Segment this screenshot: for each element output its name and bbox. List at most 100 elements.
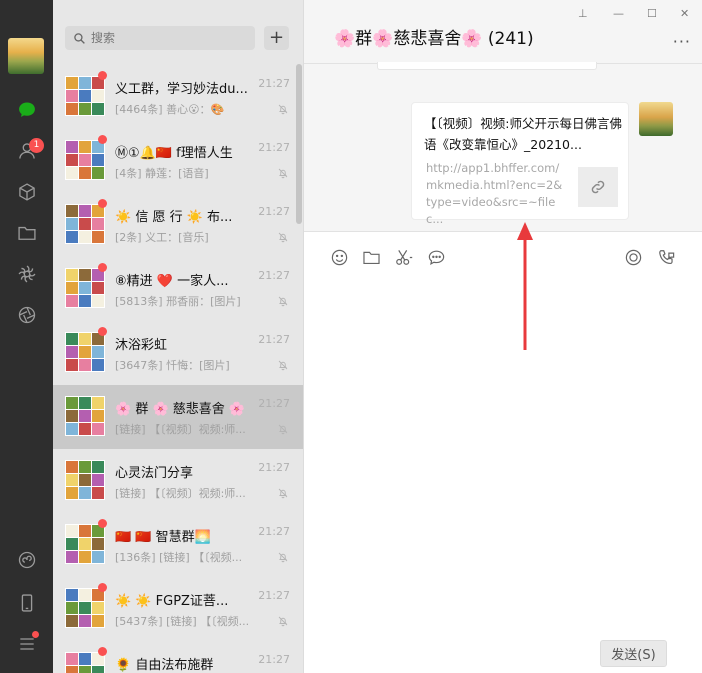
chat-list-item[interactable]: 🇨🇳 🇨🇳 智慧群🌅 21:27 [136条] [链接] 【〔视频... bbox=[53, 513, 303, 577]
group-avatar bbox=[65, 588, 105, 628]
search-icon bbox=[74, 32, 85, 44]
group-avatar bbox=[65, 396, 105, 436]
mute-bell-icon bbox=[278, 104, 288, 115]
chat-item-title: Ⓜ①🔔🇨🇳 f理悟人生 bbox=[115, 146, 233, 161]
group-avatar bbox=[65, 268, 105, 308]
link-message-url: http://app1.bhffer.com/mkmedia.html?enc=… bbox=[426, 161, 563, 226]
chat-item-title: ⑧精进 ❤️ 一家人... bbox=[115, 274, 229, 289]
chat-list-item[interactable]: 沐浴彩虹 21:27 [3647条] 忏悔：[图片] bbox=[53, 321, 303, 385]
chat-list-item[interactable]: ☀️ ☀️ FGPZ证菩... 21:27 [5437条] [链接] 【〔视频... bbox=[53, 577, 303, 641]
message-area[interactable]: 【〔视频〕视频:师父开示每日佛言佛语《改变靠恒心》_20210... http:… bbox=[304, 62, 702, 232]
chat-item-time: 21:27 bbox=[258, 141, 290, 154]
chat-item-preview: [4条] 静莲：[语音] bbox=[115, 167, 209, 180]
chat-item-preview: [2条] 义工：[音乐] bbox=[115, 231, 209, 244]
chat-item-time: 21:27 bbox=[258, 653, 290, 666]
mute-bell-icon bbox=[278, 168, 288, 179]
menu-icon[interactable] bbox=[0, 626, 53, 662]
chat-item-time: 21:27 bbox=[258, 333, 290, 346]
chat-header: 🌸群🌸慈悲喜舍🌸 (241) ⊥ — ☐ ✕ ··· bbox=[304, 0, 702, 64]
phone-icon[interactable] bbox=[0, 585, 53, 621]
chat-item-title: 🌸 群 🌸 慈悲喜舍 🌸 bbox=[115, 402, 246, 417]
chat-list-item[interactable]: Ⓜ①🔔🇨🇳 f理悟人生 21:27 [4条] 静莲：[语音] bbox=[53, 129, 303, 193]
channels-aperture-icon[interactable] bbox=[0, 297, 53, 333]
message-input[interactable] bbox=[320, 278, 690, 598]
contacts-badge: 1 bbox=[29, 138, 44, 153]
link-icon bbox=[578, 167, 618, 207]
contacts-icon[interactable] bbox=[0, 133, 53, 169]
chat-item-preview: [5813条] 邢香丽：[图片] bbox=[115, 295, 241, 308]
link-message-title: 【〔视频〕视频:师父开示每日佛言佛语《改变靠恒心》_20210... bbox=[424, 116, 622, 152]
chat-item-time: 21:27 bbox=[258, 77, 290, 90]
chat-item-title: ☀️ 信 愿 行 ☀️ 布... bbox=[115, 210, 233, 225]
group-avatar bbox=[65, 460, 105, 500]
chat-item-preview: [链接] 【〔视频〕视频:师... bbox=[115, 487, 246, 500]
search-bar[interactable] bbox=[65, 26, 255, 50]
unread-dot bbox=[98, 263, 107, 272]
maximize-icon[interactable]: ☐ bbox=[647, 7, 657, 20]
chat-icon[interactable] bbox=[0, 92, 53, 128]
group-avatar bbox=[65, 76, 105, 116]
mute-bell-icon bbox=[278, 232, 288, 243]
chat-item-preview: [5437条] [链接] 【〔视频... bbox=[115, 615, 250, 628]
close-icon[interactable]: ✕ bbox=[680, 7, 689, 20]
live-broadcast-icon[interactable] bbox=[622, 246, 644, 268]
chat-list-scrollbar[interactable] bbox=[296, 64, 302, 224]
search-input[interactable] bbox=[91, 31, 251, 45]
mute-bell-icon bbox=[278, 488, 288, 499]
chat-item-preview: [链接] 【〔视频〕视频:师... bbox=[115, 423, 246, 436]
moments-icon[interactable] bbox=[0, 256, 53, 292]
unread-dot bbox=[98, 647, 107, 656]
chat-item-time: 21:27 bbox=[258, 269, 290, 282]
pin-window-icon[interactable]: ⊥ bbox=[578, 7, 588, 20]
chat-item-title: 沐浴彩虹 bbox=[115, 338, 168, 353]
unread-dot bbox=[98, 199, 107, 208]
group-avatar bbox=[65, 140, 105, 180]
chat-item-time: 21:27 bbox=[258, 205, 290, 218]
unread-dot bbox=[98, 519, 107, 528]
unread-dot bbox=[98, 327, 107, 336]
chat-list: 义工群，学习妙法du... 21:27 [4464条] 善心😮：🎨 Ⓜ①🔔🇨🇳 f理悟… bbox=[53, 65, 303, 673]
send-button[interactable]: 发送(S) bbox=[600, 640, 667, 667]
chat-item-preview: [136条] [链接] 【〔视频... bbox=[115, 551, 243, 564]
group-avatar bbox=[65, 332, 105, 372]
chat-item-title: 心灵法门分享 bbox=[115, 466, 194, 481]
sender-avatar[interactable] bbox=[639, 102, 673, 136]
mute-bell-icon bbox=[278, 360, 288, 371]
chat-list-item[interactable]: 🌻 自由法布施群 21:27 bbox=[53, 641, 303, 673]
chat-list-item[interactable]: ⑧精进 ❤️ 一家人... 21:27 [5813条] 邢香丽：[图片] bbox=[53, 257, 303, 321]
previous-message-card bbox=[377, 62, 597, 70]
chat-item-time: 21:27 bbox=[258, 589, 290, 602]
add-chat-button[interactable]: + bbox=[264, 26, 289, 50]
chat-list-item[interactable]: 义工群，学习妙法du... 21:27 [4464条] 善心😮：🎨 bbox=[53, 65, 303, 129]
voice-call-icon[interactable] bbox=[655, 246, 677, 268]
emoji-icon[interactable] bbox=[328, 246, 350, 268]
unread-dot bbox=[98, 135, 107, 144]
chat-item-time: 21:27 bbox=[258, 397, 290, 410]
favorites-cube-icon[interactable] bbox=[0, 174, 53, 210]
files-folder-icon[interactable] bbox=[0, 215, 53, 251]
send-file-icon[interactable] bbox=[360, 246, 382, 268]
composer-toolbar bbox=[304, 243, 702, 271]
user-avatar[interactable] bbox=[8, 38, 44, 74]
mute-bell-icon bbox=[278, 616, 288, 627]
chat-list-item[interactable]: ☀️ 信 愿 行 ☀️ 布... 21:27 [2条] 义工：[音乐] bbox=[53, 193, 303, 257]
chat-list-panel: + 义工群，学习妙法du... 21:27 [4464条] 善心😮：🎨 Ⓜ①🔔🇨🇳 f… bbox=[53, 0, 303, 673]
group-avatar bbox=[65, 204, 105, 244]
mute-bell-icon bbox=[278, 296, 288, 307]
more-options-icon[interactable]: ··· bbox=[673, 32, 691, 51]
chat-item-title: ☀️ ☀️ FGPZ证菩... bbox=[115, 594, 229, 609]
chat-window: 🌸群🌸慈悲喜舍🌸 (241) ⊥ — ☐ ✕ ··· 【〔视频〕视频:师父开示每… bbox=[303, 0, 702, 673]
minimize-icon[interactable]: — bbox=[613, 7, 624, 20]
link-message-card[interactable]: 【〔视频〕视频:师父开示每日佛言佛语《改变靠恒心》_20210... http:… bbox=[411, 102, 629, 226]
chat-item-time: 21:27 bbox=[258, 461, 290, 474]
mute-bell-icon bbox=[278, 552, 288, 563]
chat-list-item[interactable]: 🌸 群 🌸 慈悲喜舍 🌸 21:27 [链接] 【〔视频〕视频:师... bbox=[53, 385, 303, 449]
mini-programs-icon[interactable] bbox=[0, 542, 53, 578]
chat-item-time: 21:27 bbox=[258, 525, 290, 538]
chat-item-preview: [3647条] 忏悔：[图片] bbox=[115, 359, 230, 372]
chat-history-icon[interactable] bbox=[425, 246, 447, 268]
chat-list-item[interactable]: 心灵法门分享 21:27 [链接] 【〔视频〕视频:师... bbox=[53, 449, 303, 513]
unread-dot bbox=[98, 71, 107, 80]
chat-item-title: 义工群，学习妙法du... bbox=[115, 82, 248, 97]
screenshot-scissors-icon[interactable] bbox=[392, 246, 414, 268]
